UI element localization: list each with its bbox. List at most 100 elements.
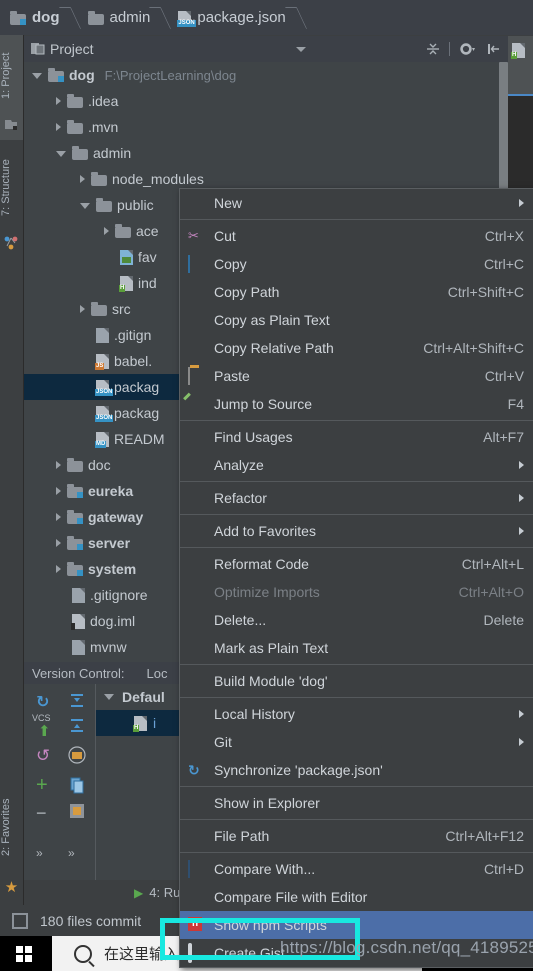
start-button[interactable] <box>0 936 52 971</box>
chevron-right-icon[interactable] <box>56 123 61 131</box>
menu-item[interactable]: Copy Relative Path Ctrl+Alt+Shift+C <box>180 334 533 362</box>
tree-row[interactable]: admin <box>24 140 508 166</box>
chevron-down-icon[interactable] <box>56 151 66 157</box>
sidebar-item-structure[interactable]: 7: Structure <box>0 143 23 253</box>
run-icon[interactable]: ▶ <box>134 886 143 900</box>
gear-icon[interactable] <box>458 41 478 57</box>
menu-item[interactable]: Local History <box>180 700 533 728</box>
remove-icon[interactable]: − <box>36 804 56 826</box>
menu-item[interactable]: File Path Ctrl+Alt+F12 <box>180 822 533 850</box>
md-file-icon: MD <box>95 432 109 448</box>
menu-item[interactable]: n Show npm Scripts <box>180 911 533 939</box>
menu-item[interactable]: Compare File with Editor <box>180 883 533 911</box>
sidebar-item-favorites[interactable]: 2: Favorites ★ <box>0 780 23 900</box>
menu-item-shortcut: Delete <box>483 612 524 628</box>
chevron-right-icon[interactable] <box>56 565 61 573</box>
editor-tab[interactable]: H <box>508 36 533 96</box>
status-window-icon[interactable] <box>12 912 28 929</box>
tree-row-path: F:\ProjectLearning\dog <box>104 67 237 83</box>
folder-icon <box>91 172 107 186</box>
chevron-right-icon[interactable] <box>104 227 109 235</box>
tree-row-label: .gitign <box>114 327 152 343</box>
chevron-right-icon[interactable] <box>80 305 85 313</box>
shelve-icon[interactable] <box>68 802 88 822</box>
version-control-toolbar: ↻ VCS ⬆ ↺ + − » » <box>24 684 96 880</box>
hide-panel-icon[interactable] <box>486 41 502 57</box>
tree-row[interactable]: .idea <box>24 88 508 114</box>
menu-item[interactable]: Optimize Imports Ctrl+Alt+O <box>180 578 533 606</box>
chevron-down-icon[interactable] <box>296 46 306 52</box>
chevron-down-icon[interactable] <box>80 203 90 209</box>
menu-item[interactable]: Show in Explorer <box>180 789 533 817</box>
module-folder-icon <box>67 510 83 524</box>
breadcrumb-item-admin[interactable]: admin <box>78 0 155 35</box>
menu-item-shortcut: Ctrl+Alt+O <box>458 584 524 600</box>
menu-item[interactable]: Analyze <box>180 451 533 479</box>
collapse-all-icon[interactable] <box>68 717 88 737</box>
menu-item[interactable]: Copy Ctrl+C <box>180 250 533 278</box>
menu-icon-placeholder <box>188 889 206 905</box>
menu-item[interactable]: ✂ Cut Ctrl+X <box>180 222 533 250</box>
tree-row[interactable]: dog F:\ProjectLearning\dog <box>24 62 508 88</box>
menu-item[interactable]: Add to Favorites <box>180 517 533 545</box>
menu-item-label: Refactor <box>214 490 267 506</box>
expand-all-icon[interactable] <box>68 692 88 712</box>
menu-item[interactable]: Reformat Code Ctrl+Alt+L <box>180 550 533 578</box>
menu-item[interactable]: Compare With... Ctrl+D <box>180 855 533 883</box>
copy-icon[interactable] <box>68 776 88 796</box>
menu-item[interactable]: Delete... Delete <box>180 606 533 634</box>
rollback-icon[interactable]: ↺ <box>36 746 56 766</box>
menu-item[interactable]: Paste Ctrl+V <box>180 362 533 390</box>
chevron-right-icon[interactable] <box>56 539 61 547</box>
more-icon-right[interactable]: » <box>68 846 75 860</box>
iml-file-icon <box>71 614 85 630</box>
version-control-tab-local[interactable]: Loc <box>147 666 168 681</box>
menu-item[interactable]: Jump to Source F4 <box>180 390 533 418</box>
folder-icon <box>72 146 88 160</box>
tree-row[interactable]: .mvn <box>24 114 508 140</box>
file-context-menu[interactable]: New ✂ Cut Ctrl+X Copy Ctrl+C Copy Path Ctrl+Shi… <box>179 188 533 968</box>
tree-row-label: eureka <box>88 483 134 499</box>
group-by-directory-icon[interactable] <box>68 746 88 766</box>
tree-row-label: READM <box>114 431 165 447</box>
breadcrumb-item-dog[interactable]: dog <box>0 0 64 35</box>
breadcrumb-separator <box>290 0 304 35</box>
sidebar-item-project[interactable]: 1: Project <box>0 35 23 140</box>
chevron-down-icon[interactable] <box>32 73 42 79</box>
menu-item[interactable]: Find Usages Alt+F7 <box>180 423 533 451</box>
menu-item-shortcut: Ctrl+Alt+F12 <box>445 828 524 844</box>
menu-item[interactable]: Mark as Plain Text <box>180 634 533 662</box>
collapse-all-icon[interactable] <box>425 41 441 57</box>
chevron-right-icon[interactable] <box>80 175 85 183</box>
menu-item[interactable]: Copy as Plain Text <box>180 306 533 334</box>
synchronize-icon: ↻ <box>188 762 200 778</box>
add-icon[interactable]: + <box>36 775 56 796</box>
chevron-right-icon[interactable] <box>56 513 61 521</box>
menu-item-shortcut: Ctrl+C <box>483 256 524 272</box>
chevron-right-icon[interactable] <box>56 461 61 469</box>
folder-icon <box>67 120 83 134</box>
menu-item[interactable]: Refactor <box>180 484 533 512</box>
menu-item[interactable]: Build Module 'dog' <box>180 667 533 695</box>
menu-item[interactable]: New <box>180 189 533 217</box>
chevron-right-icon[interactable] <box>56 97 61 105</box>
tree-row-label: babel. <box>114 353 153 369</box>
tree-row-label: public <box>117 197 154 213</box>
chevron-down-icon[interactable] <box>104 694 114 700</box>
text-file-icon <box>96 328 109 343</box>
menu-item[interactable]: Copy Path Ctrl+Shift+C <box>180 278 533 306</box>
menu-item[interactable]: Git <box>180 728 533 756</box>
chevron-right-icon[interactable] <box>56 487 61 495</box>
folder-icon <box>67 458 83 472</box>
vcs-update-icon[interactable]: ⬆ <box>38 722 58 742</box>
menu-item-shortcut: Ctrl+V <box>484 368 524 384</box>
menu-icon-placeholder <box>188 523 206 539</box>
status-message: 180 files commit <box>40 912 142 929</box>
breadcrumb-item-package-json[interactable]: JSON package.json <box>168 0 289 35</box>
menu-item[interactable]: ↻ Synchronize 'package.json' <box>180 756 533 784</box>
tree-row-label: mvnw <box>90 639 127 655</box>
menu-item-label: Jump to Source <box>214 396 313 412</box>
folder-icon <box>91 302 107 316</box>
more-icon-left[interactable]: » <box>36 846 43 860</box>
refresh-icon[interactable]: ↻ <box>36 692 56 712</box>
